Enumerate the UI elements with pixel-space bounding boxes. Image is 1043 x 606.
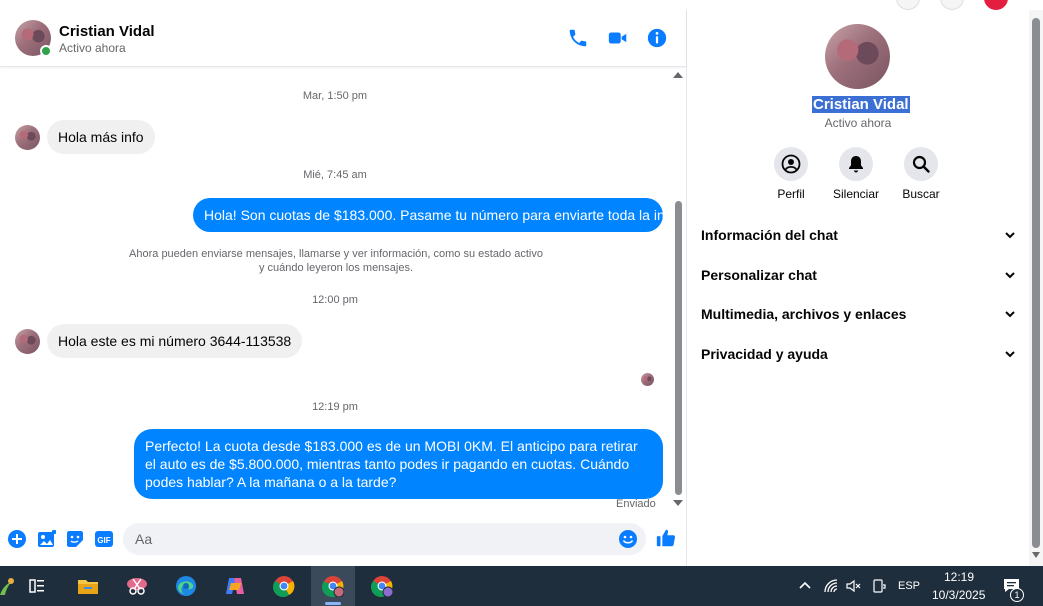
chat-scrollbar[interactable] (671, 68, 685, 514)
chat-info-pane: Cristian Vidal Activo ahora Perfil Silen… (688, 10, 1028, 566)
search-label: Buscar (902, 187, 940, 201)
section-customize-chat[interactable]: Personalizar chat (701, 263, 1016, 287)
like-icon[interactable] (655, 527, 676, 547)
volume-muted-icon[interactable] (845, 578, 861, 594)
scroll-thumb[interactable] (675, 201, 682, 495)
section-title: Información del chat (701, 227, 838, 243)
profile-name[interactable]: Cristian Vidal (812, 96, 910, 113)
chevron-down-icon (1005, 311, 1015, 318)
chat-pane: Cristian Vidal Activo ahora Mar, 1:50 pm… (0, 10, 687, 566)
outgoing-message[interactable]: Perfecto! La cuota desde $183.000 es de … (134, 429, 663, 499)
section-title: Multimedia, archivos y enlaces (701, 306, 907, 322)
timestamp: 12:19 pm (312, 401, 358, 413)
profile-status: Activo ahora (824, 116, 892, 130)
outgoing-message[interactable]: Hola! Son cuotas de $183.000. Pasame tu … (193, 198, 676, 232)
mute-button[interactable]: Silenciar (826, 147, 886, 201)
section-media-files[interactable]: Multimedia, archivos y enlaces (701, 302, 1016, 326)
system-note: Ahora pueden enviarse mensajes, llamarse… (100, 247, 572, 275)
profile-label: Perfil (777, 187, 805, 201)
profile-avatar[interactable] (825, 24, 890, 89)
chevron-down-icon (1005, 232, 1015, 239)
mute-label: Silenciar (832, 187, 880, 201)
search-icon[interactable] (904, 147, 938, 181)
timestamp: Mar, 1:50 pm (302, 90, 368, 102)
phone-icon[interactable] (567, 27, 589, 49)
language-indicator[interactable]: ESP (898, 580, 920, 592)
chevron-up-icon[interactable] (799, 580, 811, 590)
chrome-icon[interactable] (262, 566, 306, 606)
timestamp: 12:00 pm (312, 294, 358, 306)
section-title: Personalizar chat (701, 267, 817, 283)
chrome-profile-icon[interactable] (360, 566, 404, 606)
top-strip (0, 0, 1043, 10)
system-note-line: y cuándo leyeron los mensajes. (258, 262, 414, 274)
chrome-profile-icon[interactable] (311, 566, 355, 606)
battery-icon[interactable] (871, 578, 887, 594)
wifi-icon[interactable] (823, 578, 839, 594)
taskbar: ESP 12:19 10/3/2025 1 (0, 566, 1043, 606)
add-icon[interactable] (7, 529, 27, 549)
system-note-line: Ahora pueden enviarse mensajes, llamarse… (129, 248, 543, 260)
notification-badge: 1 (1010, 588, 1024, 602)
message-input-wrap[interactable] (123, 523, 646, 555)
clock-time[interactable]: 12:19 (944, 570, 974, 584)
incoming-message[interactable]: Hola este es mi número 3644-113538 (47, 324, 303, 358)
timestamp: Mié, 7:45 am (303, 169, 367, 181)
sent-status: Enviado (616, 498, 656, 510)
gif-icon[interactable]: GIF (94, 529, 114, 549)
incoming-message[interactable]: Hola más info (47, 120, 155, 154)
task-view-icon[interactable] (15, 566, 59, 606)
chat-header: Cristian Vidal Activo ahora (0, 10, 686, 67)
copilot-icon[interactable] (213, 566, 257, 606)
profile-icon[interactable] (774, 147, 808, 181)
page-scrollbar[interactable] (1029, 10, 1043, 566)
sender-avatar[interactable] (15, 125, 40, 150)
contact-name[interactable]: Cristian Vidal (59, 23, 155, 40)
section-chat-info[interactable]: Información del chat (701, 223, 1016, 247)
top-circle-icon[interactable] (940, 0, 964, 10)
weather-widget-icon[interactable] (0, 566, 16, 606)
scroll-up-icon[interactable] (673, 72, 683, 78)
emoji-icon[interactable] (618, 529, 638, 549)
snipping-tool-icon[interactable] (115, 566, 159, 606)
profile-button[interactable]: Perfil (761, 147, 821, 201)
chevron-down-icon (1005, 272, 1015, 279)
contact-status: Activo ahora (59, 41, 126, 55)
svg-text:GIF: GIF (97, 536, 110, 545)
section-title: Privacidad y ayuda (701, 346, 828, 362)
chevron-down-icon (1005, 351, 1015, 358)
search-button[interactable]: Buscar (891, 147, 951, 201)
composer: GIF (0, 520, 686, 560)
online-indicator (40, 45, 52, 57)
message-input[interactable] (135, 523, 615, 555)
photo-icon[interactable] (37, 529, 57, 549)
top-circle-icon[interactable] (896, 0, 920, 10)
clock-date[interactable]: 10/3/2025 (932, 588, 985, 602)
message-list[interactable]: Mar, 1:50 pm Hola más info Mié, 7:45 am … (0, 68, 676, 514)
bell-icon[interactable] (839, 147, 873, 181)
section-privacy-help[interactable]: Privacidad y ayuda (701, 342, 1016, 366)
scroll-thumb[interactable] (1032, 18, 1040, 548)
video-call-icon[interactable] (607, 27, 629, 49)
edge-browser-icon[interactable] (164, 566, 208, 606)
sender-avatar[interactable] (15, 329, 40, 354)
scroll-down-icon[interactable] (673, 500, 683, 506)
sticker-icon[interactable] (65, 529, 85, 549)
info-icon[interactable] (646, 27, 668, 49)
file-explorer-icon[interactable] (66, 566, 110, 606)
scroll-down-icon[interactable] (1032, 552, 1040, 558)
seen-avatar (641, 373, 654, 386)
profile-avatar-icon[interactable] (984, 0, 1008, 10)
